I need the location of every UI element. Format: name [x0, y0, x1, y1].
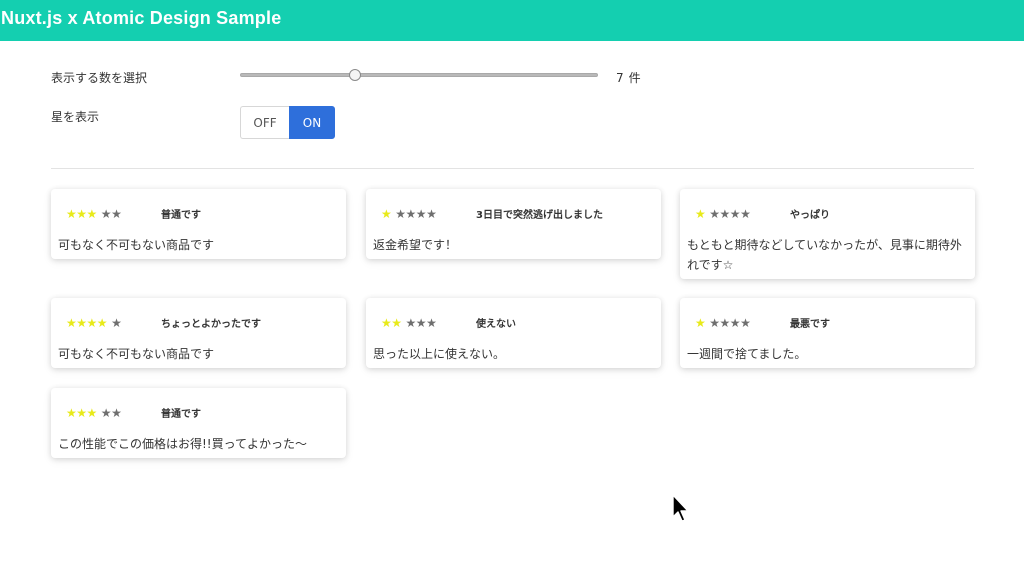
star-toggle-label: 星を表示 [51, 110, 100, 124]
star-rating: ★★★★★ [66, 316, 122, 330]
star-filled-icon: ★ [381, 207, 392, 221]
mouse-pointer-icon [672, 494, 689, 522]
star-rating: ★★★★★ [381, 207, 437, 221]
review-title: やっぱり [790, 210, 830, 221]
star-empty-icon: ★ [426, 316, 437, 330]
star-rating: ★★★★★ [381, 316, 437, 330]
toggle-off-button[interactable]: OFF [240, 106, 289, 139]
review-body: 返金希望です！ [373, 238, 458, 252]
star-empty-icon: ★ [426, 207, 437, 221]
star-empty-icon: ★ [111, 316, 122, 330]
count-label: 表示する数を選択 [51, 71, 148, 85]
star-empty-icon: ★ [395, 207, 406, 221]
review-card: ★★★ ★★ 普通です 可もなく不可もない商品です [51, 189, 346, 259]
star-filled-icon: ★ [86, 316, 98, 330]
star-filled-icon: ★ [695, 207, 706, 221]
star-toggle: OFF ON [240, 106, 335, 139]
toggle-on-button[interactable]: ON [289, 106, 335, 139]
count-slider-thumb[interactable] [349, 69, 361, 81]
star-filled-icon: ★ [76, 207, 87, 221]
star-empty-icon: ★ [719, 316, 731, 330]
review-title: 普通です [161, 210, 201, 221]
star-rating: ★★★★★ [66, 207, 122, 221]
review-card: ★★★★ ★ ちょっとよかったです 可もなく不可もない商品です [51, 298, 346, 368]
review-title: 普通です [161, 409, 201, 420]
review-body: 一週間で捨てました。 [687, 347, 807, 361]
star-empty-icon: ★ [405, 316, 417, 330]
review-card: ★★ ★★★ 使えない 思った以上に使えない。 [366, 298, 661, 368]
star-empty-icon: ★ [719, 207, 731, 221]
star-filled-icon: ★ [86, 207, 98, 221]
star-filled-icon: ★ [391, 316, 402, 330]
star-filled-icon: ★ [381, 316, 392, 330]
review-title: 3日目で突然逃げ出しました [476, 210, 603, 221]
star-filled-icon: ★ [76, 406, 87, 420]
count-value: 7 [616, 71, 624, 85]
review-card: ★ ★★★★ やっぱり もともと期待などしていなかったが、見事に期待外れです☆ [680, 189, 975, 279]
star-rating: ★★★★★ [695, 316, 751, 330]
star-filled-icon: ★ [86, 406, 98, 420]
star-filled-icon: ★ [76, 316, 87, 330]
star-empty-icon: ★ [740, 316, 751, 330]
review-title: ちょっとよかったです [161, 319, 261, 330]
review-title: 最悪です [790, 319, 830, 330]
star-filled-icon: ★ [66, 207, 77, 221]
star-empty-icon: ★ [111, 207, 122, 221]
review-title: 使えない [476, 319, 516, 330]
count-slider[interactable] [240, 73, 598, 77]
star-empty-icon: ★ [709, 207, 720, 221]
review-body: もともと期待などしていなかったが、見事に期待外れです☆ [687, 238, 962, 272]
star-empty-icon: ★ [100, 406, 112, 420]
star-empty-icon: ★ [415, 316, 427, 330]
star-filled-icon: ★ [695, 316, 706, 330]
star-empty-icon: ★ [729, 316, 741, 330]
star-empty-icon: ★ [100, 207, 112, 221]
count-value-display: 7件 [616, 69, 641, 86]
app-header: Nuxt.js x Atomic Design Sample [0, 0, 1024, 41]
review-body: 思った以上に使えない。 [373, 347, 506, 361]
star-empty-icon: ★ [415, 207, 427, 221]
star-empty-icon: ★ [709, 316, 720, 330]
app-title: Nuxt.js x Atomic Design Sample [1, 8, 282, 28]
star-empty-icon: ★ [111, 406, 122, 420]
star-empty-icon: ★ [405, 207, 417, 221]
star-filled-icon: ★ [96, 316, 108, 330]
star-rating: ★★★★★ [66, 406, 122, 420]
star-rating: ★★★★★ [695, 207, 751, 221]
star-empty-icon: ★ [740, 207, 751, 221]
review-body: 可もなく不可もない商品です [58, 238, 215, 252]
star-filled-icon: ★ [66, 316, 77, 330]
review-card: ★★★ ★★ 普通です この性能でこの価格はお得!!買ってよかった〜 [51, 388, 346, 458]
review-body: この性能でこの価格はお得!!買ってよかった〜 [58, 437, 308, 451]
review-card: ★ ★★★★ 最悪です 一週間で捨てました。 [680, 298, 975, 368]
divider [51, 168, 974, 169]
star-filled-icon: ★ [66, 406, 77, 420]
review-card: ★ ★★★★ 3日目で突然逃げ出しました 返金希望です！ [366, 189, 661, 259]
star-empty-icon: ★ [729, 207, 741, 221]
review-body: 可もなく不可もない商品です [58, 347, 215, 361]
count-unit: 件 [628, 71, 641, 85]
